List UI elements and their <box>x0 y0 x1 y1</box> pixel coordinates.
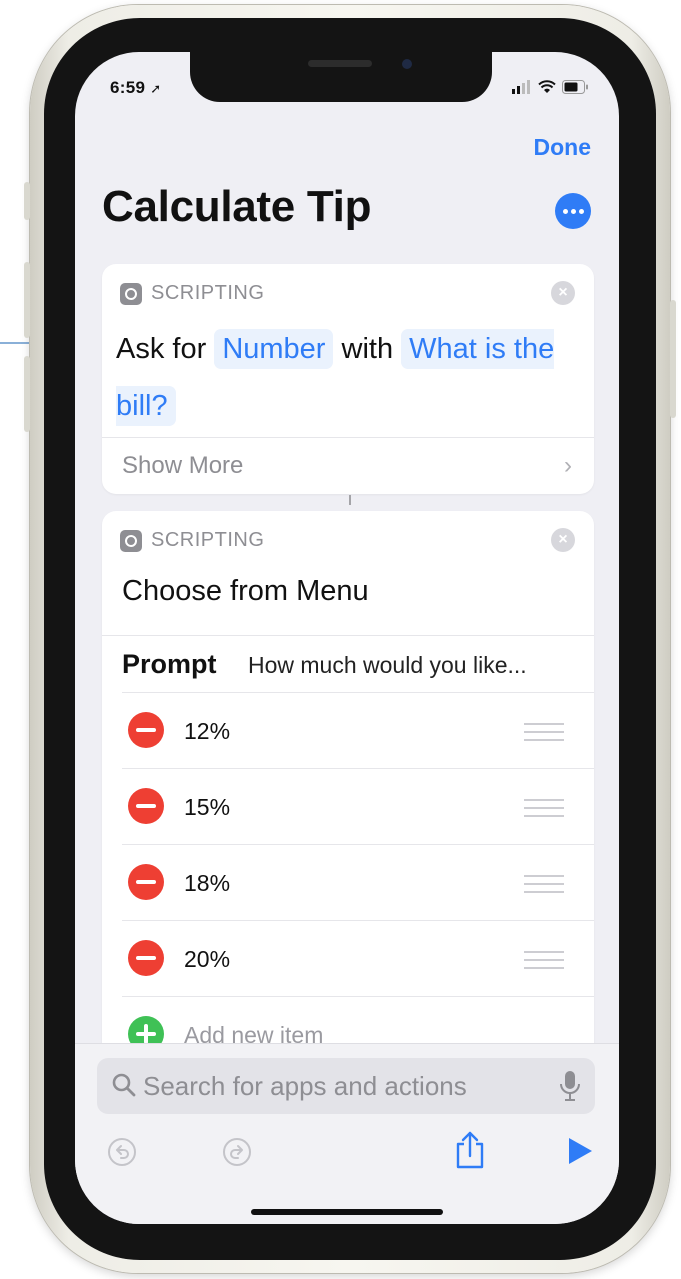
status-time: 6:59 ➚ <box>110 78 161 98</box>
prompt-value[interactable]: How much would you like... <box>248 652 527 679</box>
menu-item[interactable]: 15% <box>122 768 594 845</box>
home-indicator <box>251 1209 443 1215</box>
remove-icon[interactable] <box>128 940 164 976</box>
location-icon: ➚ <box>150 81 162 96</box>
more-icon-dot <box>570 208 576 214</box>
menu-item-label[interactable]: 20% <box>184 946 230 973</box>
input-type-token[interactable]: Number <box>214 329 334 369</box>
wifi-icon <box>538 80 556 93</box>
drag-handle-icon[interactable] <box>524 875 564 893</box>
speaker <box>308 60 372 67</box>
menu-item[interactable]: 18% <box>122 844 594 921</box>
screen: 6:59 ➚ Done Calculate Tip SCRIPTING × As… <box>75 52 619 1224</box>
action-category: SCRIPTING <box>120 282 264 305</box>
category-label: SCRIPTING <box>151 282 265 304</box>
front-camera <box>402 59 412 69</box>
done-button[interactable]: Done <box>534 134 592 161</box>
close-icon[interactable]: × <box>551 528 575 552</box>
more-options-button[interactable] <box>555 193 591 229</box>
redo-icon[interactable] <box>221 1136 253 1168</box>
close-icon[interactable]: × <box>551 281 575 305</box>
chevron-right-icon: › <box>564 452 572 479</box>
menu-item-label[interactable]: 15% <box>184 794 230 821</box>
status-icons <box>512 80 589 94</box>
volume-down-button <box>24 356 30 432</box>
with-text: with <box>341 333 394 365</box>
ask-prefix-text: Ask for <box>116 333 207 365</box>
side-button <box>670 300 676 418</box>
show-more-row[interactable]: Show More › <box>102 437 594 494</box>
undo-icon[interactable] <box>106 1136 138 1168</box>
remove-icon[interactable] <box>128 712 164 748</box>
remove-icon[interactable] <box>128 864 164 900</box>
action-category: SCRIPTING <box>120 529 264 552</box>
action-title: Choose from Menu <box>122 575 369 607</box>
menu-item[interactable]: 12% <box>122 692 594 769</box>
drag-handle-icon[interactable] <box>524 799 564 817</box>
volume-up-button <box>24 262 30 338</box>
notch <box>190 52 492 102</box>
share-icon[interactable] <box>453 1130 487 1170</box>
prompt-row[interactable]: Prompt How much would you like... <box>102 635 594 692</box>
scripting-icon <box>120 282 142 305</box>
play-icon[interactable] <box>565 1136 595 1166</box>
search-input[interactable] <box>143 1068 543 1104</box>
menu-item[interactable]: 20% <box>122 920 594 997</box>
choose-from-menu-action[interactable]: SCRIPTING × Choose from Menu Prompt How … <box>102 511 594 1071</box>
action-connector <box>349 495 351 505</box>
drag-handle-icon[interactable] <box>524 951 564 969</box>
category-label: SCRIPTING <box>151 529 265 551</box>
ask-for-sentence: Ask for Number with What is the bill? <box>116 321 586 435</box>
status-time-text: 6:59 <box>110 78 146 97</box>
scripting-icon <box>120 529 142 552</box>
silent-switch <box>24 182 30 220</box>
ask-for-input-action[interactable]: SCRIPTING × Ask for Number with What is … <box>102 264 594 494</box>
search-field[interactable] <box>97 1058 595 1114</box>
prompt-label: Prompt <box>122 649 217 679</box>
microphone-icon[interactable] <box>559 1070 581 1102</box>
page-title: Calculate Tip <box>102 182 372 231</box>
search-icon <box>112 1073 136 1097</box>
show-more-label: Show More <box>122 452 244 479</box>
remove-icon[interactable] <box>128 788 164 824</box>
drag-handle-icon[interactable] <box>524 723 564 741</box>
signal-icon <box>512 80 530 94</box>
more-icon <box>562 208 568 214</box>
battery-icon <box>562 80 588 94</box>
more-icon-dot <box>578 208 584 214</box>
menu-item-label[interactable]: 12% <box>184 718 230 745</box>
menu-item-label[interactable]: 18% <box>184 870 230 897</box>
action-search-sheet <box>75 1043 619 1224</box>
